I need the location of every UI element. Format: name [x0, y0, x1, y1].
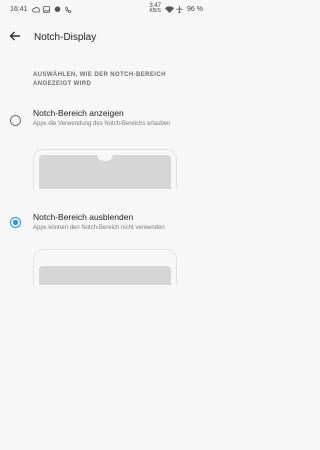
photo-icon	[42, 5, 50, 13]
notch-cutout	[97, 154, 113, 161]
phone-preview-with-notch	[33, 149, 177, 189]
arrow-back-icon	[9, 28, 21, 46]
network-speed: 3,47 KB/S	[149, 3, 162, 14]
chat-icon	[54, 5, 61, 13]
radio-hide-notch[interactable]	[10, 217, 21, 228]
option-show-notch[interactable]: Notch-Bereich anzeigen Apps die Verwendu…	[0, 100, 209, 210]
option-description: Apps können den Notch-Bereich nicht verw…	[33, 225, 165, 231]
cloud-icon	[31, 6, 40, 13]
app-bar: Notch-Display	[0, 24, 209, 50]
battery-percent: 96 %	[187, 5, 203, 13]
preview-screen	[39, 154, 171, 189]
back-button[interactable]	[2, 24, 28, 50]
radio-show-notch[interactable]	[10, 115, 21, 126]
phone-icon	[64, 5, 72, 13]
status-time: 16:41	[10, 5, 28, 13]
option-description: Apps die Verwendung des Notch-Bereichs e…	[33, 121, 171, 127]
status-bar: 16:41 3,47 KB/S 96 %	[0, 0, 209, 18]
option-hide-notch[interactable]: Notch-Bereich ausblenden Apps können den…	[0, 205, 209, 285]
option-title: Notch-Bereich ausblenden	[33, 212, 134, 222]
section-header: AUSWÄHLEN, WIE DER NOTCH-BEREICH ANGEZEI…	[33, 72, 166, 87]
preview-screen	[39, 266, 171, 285]
airplane-icon	[176, 5, 183, 13]
page-title: Notch-Display	[34, 31, 97, 43]
wifi-icon	[165, 5, 175, 13]
option-title: Notch-Bereich anzeigen	[33, 108, 124, 118]
phone-preview-without-notch	[33, 249, 177, 285]
